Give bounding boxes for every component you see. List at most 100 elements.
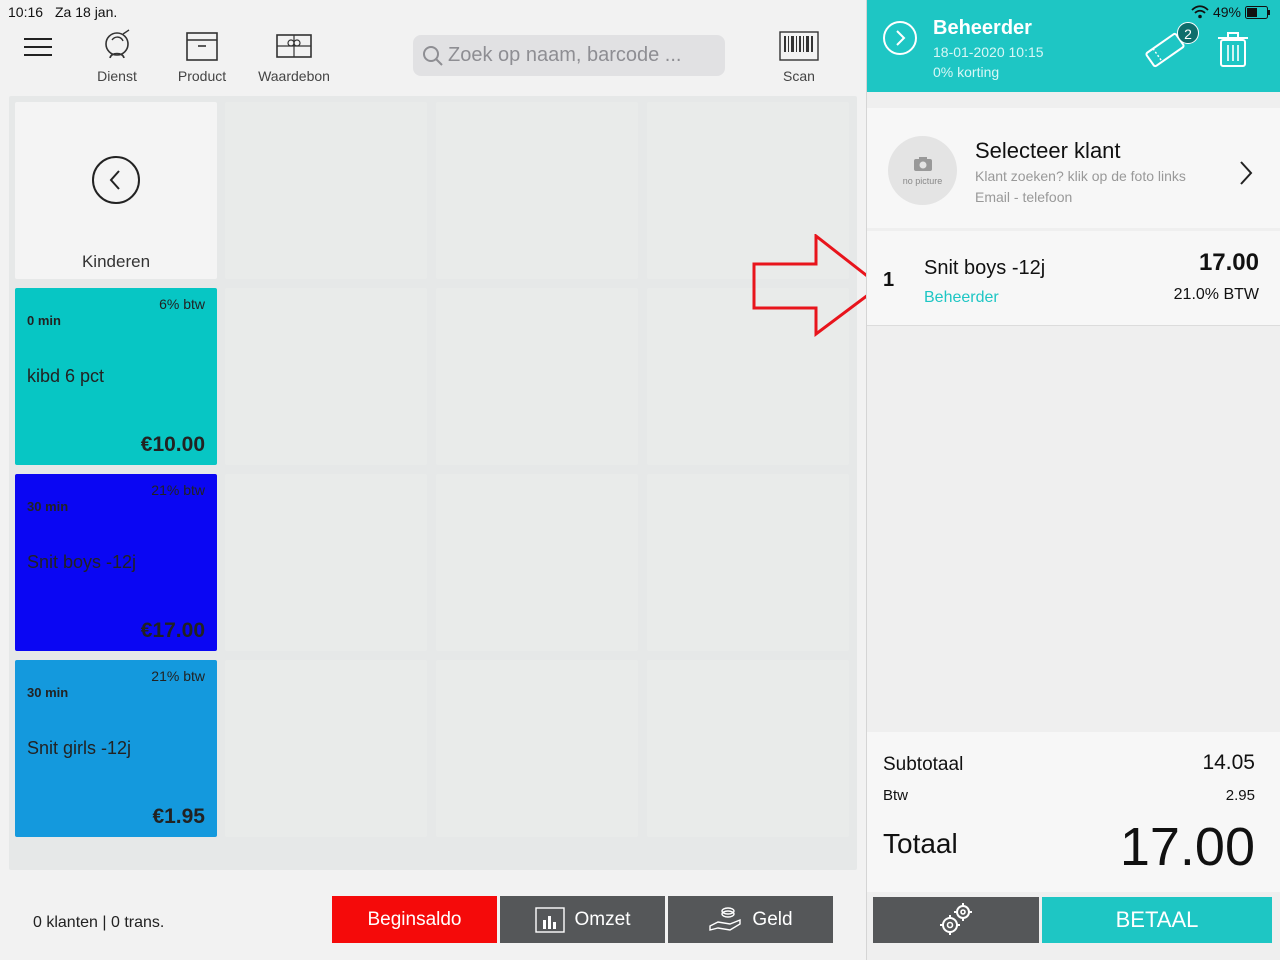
line-employee: Beheerder (924, 289, 999, 306)
btw-label: Btw (883, 787, 909, 804)
tile-duration: 30 min (27, 685, 69, 700)
product-grid: Kinderen 6% btw 0 min kibd 6 pct €10.00 … (9, 96, 857, 870)
barcode-scan-icon (779, 31, 819, 61)
cart-panel: 49% Beheerder 18-01-2020 10:15 0% kortin… (866, 0, 1280, 960)
search-icon (423, 46, 443, 66)
tile-duration: 30 min (27, 499, 69, 514)
top-toolbar: Dienst Product Waardebon Zoek op naam, b… (0, 24, 866, 92)
pay-button[interactable]: BETAAL (1042, 897, 1272, 943)
line-name: Snit boys -12j (924, 257, 1046, 279)
voucher-count-badge: 2 (1177, 22, 1199, 44)
gift-voucher-icon (276, 34, 312, 58)
scan-label: Scan (783, 68, 815, 84)
bar-chart-icon (534, 906, 565, 933)
tile-name: Snit girls -12j (27, 738, 132, 758)
total-value: 17.00 (1119, 817, 1255, 877)
cart-discount: 0% korting (933, 64, 1000, 80)
subtotal-label: Subtotaal (883, 754, 964, 775)
line-quantity: 1 (883, 269, 895, 291)
customer-hint: Klant zoeken? klik op de foto links (975, 168, 1186, 184)
camera-icon (914, 157, 932, 171)
omzet-label: Omzet (574, 908, 631, 930)
subtotal-value: 14.05 (1202, 751, 1255, 774)
empty-grid-cell[interactable] (225, 660, 427, 837)
customer-contact: Email - telefoon (975, 189, 1073, 205)
settings-button[interactable] (873, 897, 1039, 943)
totals-section: Subtotaal 14.05 Btw 2.95 Totaal 17.00 (867, 732, 1280, 892)
menu-line (24, 54, 52, 56)
empty-grid-cell[interactable] (436, 474, 638, 651)
empty-grid-cell[interactable] (436, 660, 638, 837)
search-bar[interactable] (413, 35, 725, 76)
cashier-name: Beheerder (933, 17, 1032, 39)
bottom-bar: 0 klanten | 0 trans. Beginsaldo Omzet Ge… (24, 887, 834, 955)
collapse-panel-button[interactable] (883, 21, 917, 55)
category-label: Kinderen (81, 252, 151, 271)
product-tile-kibd[interactable]: 6% btw 0 min kibd 6 pct €10.00 (15, 288, 217, 465)
customer-title: Selecteer klant (975, 138, 1121, 163)
pay-label: BETAAL (1115, 907, 1199, 932)
back-chevron-icon (92, 156, 140, 204)
product-tile-snit-boys[interactable]: 21% btw 30 min Snit boys -12j €17.00 (15, 474, 217, 651)
product-box-icon (186, 32, 218, 61)
cart-line-item[interactable]: 1 Snit boys -12j Beheerder 17.00 21.0% B… (867, 231, 1280, 326)
chevron-right-icon (896, 30, 906, 46)
omzet-button[interactable]: Omzet (500, 896, 665, 943)
product-tile-snit-girls[interactable]: 21% btw 30 min Snit girls -12j €1.95 (15, 660, 217, 837)
battery-percent: 49% (1212, 4, 1241, 20)
status-right: 49% (1191, 4, 1271, 20)
cart-header: 49% Beheerder 18-01-2020 10:15 0% kortin… (867, 0, 1280, 92)
money-hand-icon (709, 906, 742, 931)
select-customer-row[interactable]: no picture Selecteer klant Klant zoeken?… (867, 108, 1280, 228)
geld-button[interactable]: Geld (668, 896, 833, 943)
tile-vat: 21% btw (151, 668, 205, 684)
menu-line (24, 46, 52, 48)
customer-avatar-button[interactable]: no picture (888, 136, 957, 205)
tile-name: Snit boys -12j (27, 552, 137, 572)
scan-button[interactable]: Scan (776, 28, 822, 84)
toolbar-waardebon-label: Waardebon (258, 68, 330, 84)
toolbar-dienst-label: Dienst (97, 68, 137, 84)
cart-timestamp: 18-01-2020 10:15 (933, 44, 1044, 60)
beginsaldo-label: Beginsaldo (367, 908, 462, 930)
trash-icon[interactable] (1217, 32, 1249, 68)
btw-value: 2.95 (1225, 787, 1255, 804)
beginsaldo-button[interactable]: Beginsaldo (332, 896, 497, 943)
gears-icon (940, 903, 972, 935)
empty-grid-cell[interactable] (225, 288, 427, 465)
status-date: Za 18 jan. (55, 4, 118, 20)
chevron-left-icon (109, 170, 120, 190)
geld-label: Geld (752, 908, 793, 930)
battery-icon (1245, 5, 1270, 19)
empty-grid-cell[interactable] (225, 102, 427, 279)
empty-grid-cell[interactable] (436, 288, 638, 465)
empty-grid-cell[interactable] (647, 660, 849, 837)
no-picture-text: no picture (902, 176, 943, 186)
wifi-icon (1191, 5, 1209, 19)
empty-grid-cell[interactable] (436, 102, 638, 279)
transaction-counts: 0 klanten | 0 trans. (33, 914, 165, 931)
total-label: Totaal (883, 828, 958, 859)
service-icon (105, 29, 130, 59)
line-price: 17.00 (1198, 249, 1259, 276)
toolbar-product-button[interactable]: Product (174, 28, 230, 84)
empty-grid-cell[interactable] (647, 474, 849, 651)
tile-duration: 0 min (27, 313, 61, 328)
status-time: 10:16 (8, 4, 44, 20)
tile-vat: 6% btw (159, 296, 205, 312)
back-category-tile[interactable]: Kinderen (15, 102, 217, 279)
toolbar-waardebon-button[interactable]: Waardebon (256, 28, 332, 84)
red-arrow-annotation (752, 234, 883, 337)
toolbar-dienst-button[interactable]: Dienst (92, 28, 142, 84)
tile-name: kibd 6 pct (27, 366, 105, 386)
toolbar-product-label: Product (177, 68, 227, 84)
status-bar: 10:16 Za 18 jan. (0, 0, 866, 24)
chevron-right-icon (1240, 161, 1253, 185)
tile-price: €10.00 (140, 433, 205, 456)
empty-grid-cell[interactable] (225, 474, 427, 651)
hamburger-menu-button[interactable] (24, 38, 52, 60)
tile-price: €17.00 (140, 619, 205, 642)
search-input[interactable] (448, 41, 718, 70)
line-vat: 21.0% BTW (1173, 286, 1259, 303)
tile-vat: 21% btw (151, 482, 205, 498)
